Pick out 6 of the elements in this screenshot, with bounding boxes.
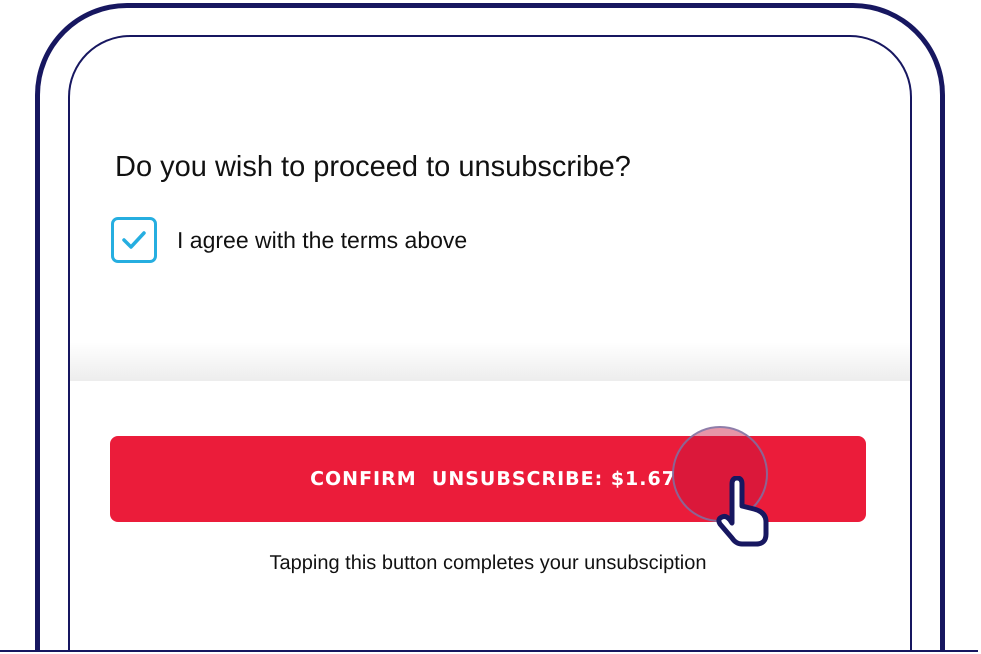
agree-checkbox[interactable] [111, 217, 157, 263]
check-icon [121, 230, 147, 250]
agree-label: I agree with the terms above [177, 226, 468, 254]
confirm-unsubscribe-button[interactable]: CONFIRM UNSUBSCRIBE: $1.67 [110, 436, 866, 522]
caption-text: Tapping this button completes your unsubsciption [270, 552, 706, 575]
question-text: Do you wish to proceed to unsubscribe? [115, 150, 632, 185]
